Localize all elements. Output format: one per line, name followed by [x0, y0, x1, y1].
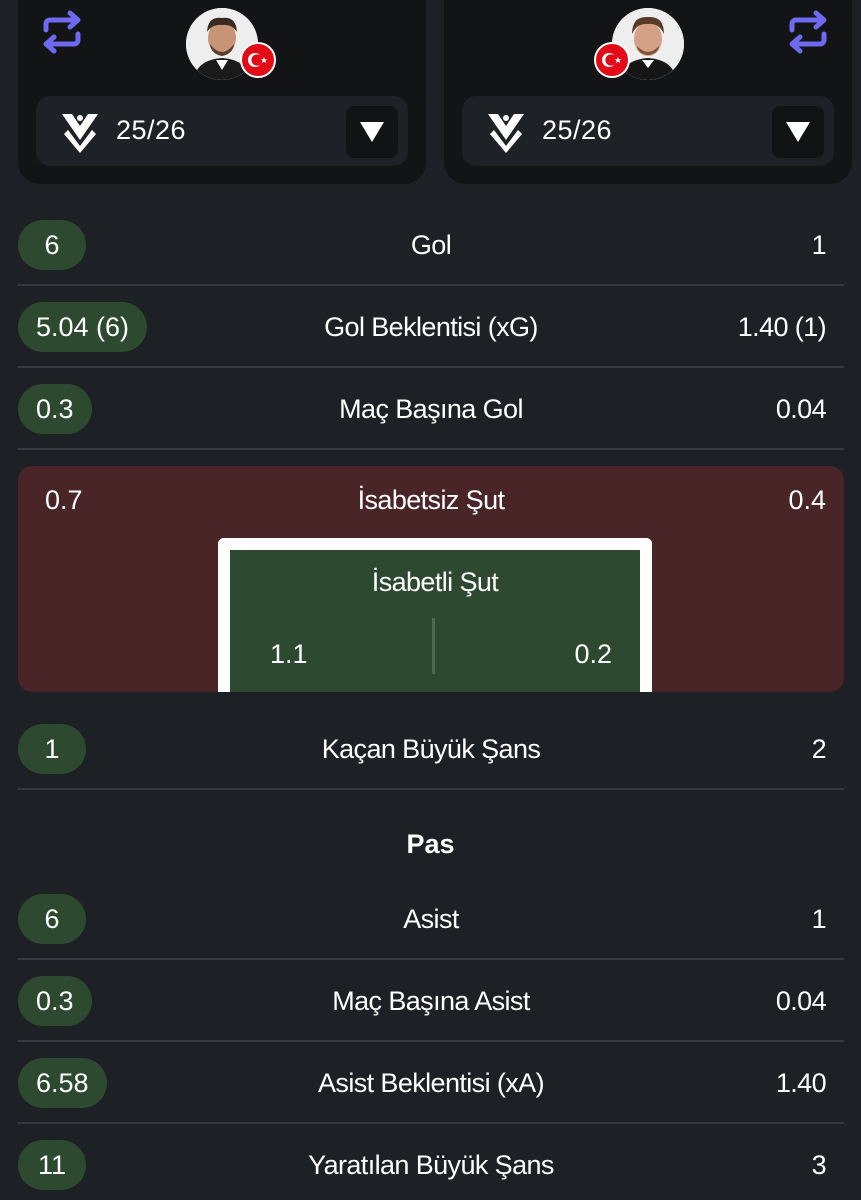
player-card-left: 25/26: [18, 0, 426, 184]
stat-row-xa: 6.58 Asist Beklentisi (xA) 1.40: [18, 1042, 844, 1124]
stat-right-value: 1: [811, 230, 827, 260]
stat-row-big-chances-created: 11 Yaratılan Büyük Şans 3: [18, 1124, 844, 1200]
stat-row-assists-per-match: 0.3 Maç Başına Asist 0.04: [18, 960, 844, 1042]
player-card-right: 25/26: [444, 0, 852, 184]
swap-player-icon[interactable]: [40, 10, 84, 54]
section-title-pass: Pas: [406, 829, 455, 859]
stat-label: Asist Beklentisi (xA): [318, 1068, 545, 1098]
chevron-down-icon: [786, 122, 810, 142]
stat-label: Asist: [403, 904, 459, 934]
turkey-flag-icon: [240, 42, 276, 78]
stat-label: Maç Başına Asist: [332, 986, 530, 1016]
stat-label: Maç Başına Gol: [339, 394, 523, 424]
stat-right-value: 0.04: [775, 986, 827, 1016]
shots-off-target-label: İsabetsiz Şut: [357, 485, 505, 515]
goal-divider: [432, 618, 435, 674]
stat-label: Gol Beklentisi (xG): [324, 312, 538, 342]
season-label: 25/26: [542, 115, 613, 145]
league-logo-icon: [60, 110, 100, 154]
season-dropdown-button[interactable]: [346, 106, 398, 158]
shots-on-target-right: 0.2: [574, 639, 612, 669]
stat-label: Kaçan Büyük Şans: [321, 734, 541, 764]
stat-right-value: 0.04: [775, 394, 827, 424]
stat-right-value: 3: [811, 1150, 827, 1180]
swap-player-icon[interactable]: [786, 10, 830, 54]
shots-off-target-right: 0.4: [788, 485, 826, 515]
shots-on-target-label: İsabetli Şut: [371, 567, 499, 597]
goal-frame: İsabetli Şut 1.1 0.2: [218, 538, 652, 692]
stat-row-assists: 6 Asist 1: [18, 878, 844, 960]
stat-row-goals: 6 Gol 1: [18, 204, 844, 286]
stat-right-value: 2: [811, 734, 827, 764]
season-selector[interactable]: 25/26: [462, 96, 834, 166]
turkey-flag-icon: [594, 42, 630, 78]
season-label: 25/26: [116, 115, 187, 145]
shots-on-target-left: 1.1: [270, 639, 308, 669]
season-dropdown-button[interactable]: [772, 106, 824, 158]
season-selector[interactable]: 25/26: [36, 96, 408, 166]
league-logo-icon: [486, 110, 526, 154]
shots-comparison: 0.7 İsabetsiz Şut 0.4 İsabetli Şut 1.1 0…: [18, 466, 844, 692]
stat-right-value: 1.40 (1): [737, 312, 827, 342]
stat-label: Gol: [410, 230, 452, 260]
stat-row-big-chance-missed: 1 Kaçan Büyük Şans 2: [18, 708, 844, 790]
stat-right-value: 1.40: [775, 1068, 827, 1098]
chevron-down-icon: [360, 122, 384, 142]
stat-row-xg: 5.04 (6) Gol Beklentisi (xG) 1.40 (1): [18, 286, 844, 368]
stat-label: Yaratılan Büyük Şans: [308, 1150, 554, 1180]
stat-row-goals-per-match: 0.3 Maç Başına Gol 0.04: [18, 368, 844, 450]
stat-right-value: 1: [811, 904, 827, 934]
